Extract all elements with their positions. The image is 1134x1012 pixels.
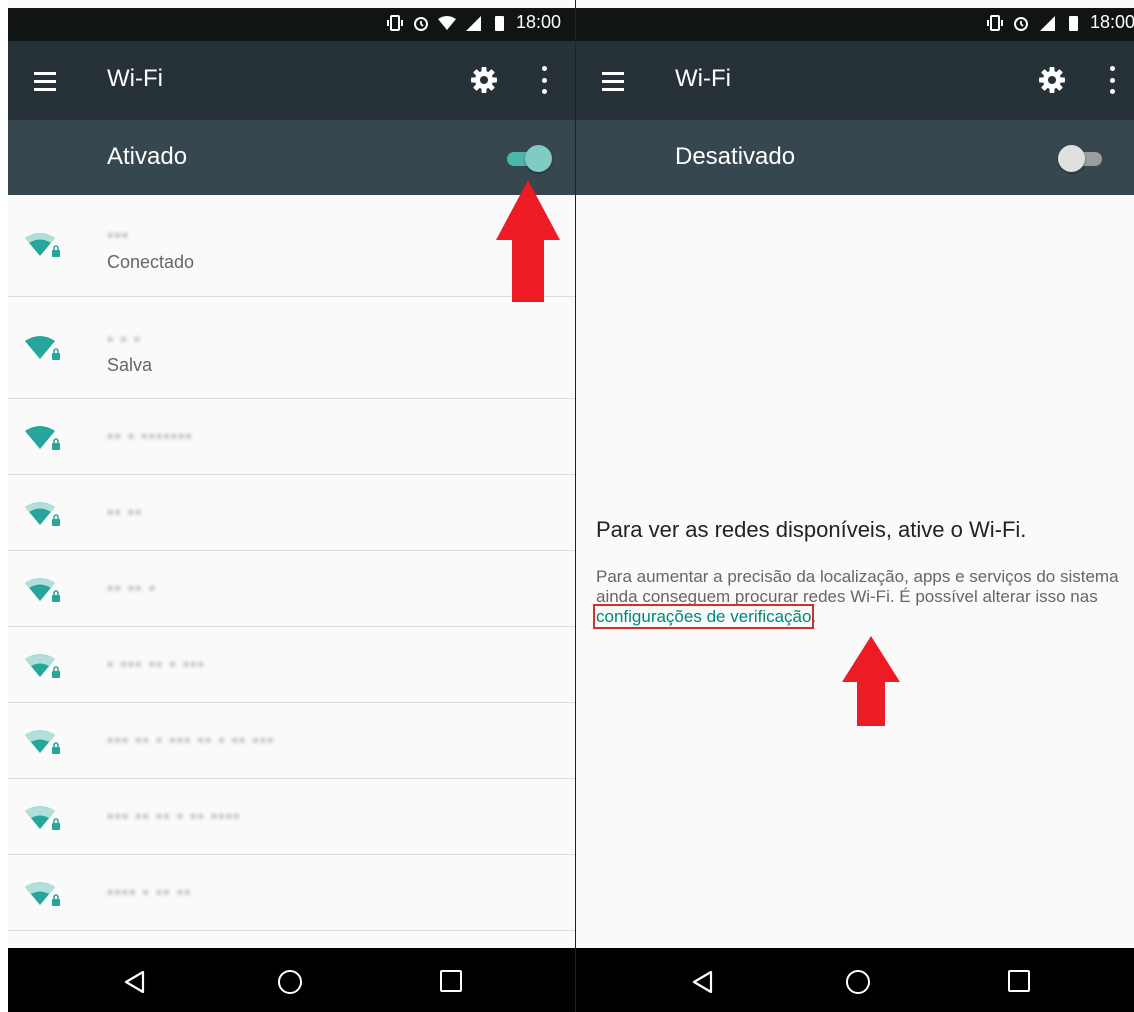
switch-label: Ativado: [107, 143, 188, 170]
network-status: Conectado: [107, 252, 195, 272]
vibrate-icon: [986, 14, 1003, 31]
recents-icon[interactable]: [440, 970, 462, 992]
network-name: ▪▪ ▪ ▪▪▪▪▪▪▪: [107, 426, 193, 446]
empty-body-suffix: .: [811, 607, 817, 626]
network-name: ▪▪▪▪ ▪ ▪▪ ▪▪: [107, 882, 192, 902]
toolbar-title: Wi-Fi: [107, 65, 163, 92]
wifi-settings-enabled-screen: 18:00 Wi-Fi Ativado ▪▪▪ Conectado ▪ ▪ ▪ …: [8, 0, 576, 1012]
annotation-arrow-up: [842, 636, 900, 726]
wifi-lock-icon: [25, 426, 60, 450]
battery-icon: [494, 15, 504, 31]
network-row[interactable]: ▪ ▪▪▪ ▪▪ ▪ ▪▪▪: [8, 627, 575, 703]
back-icon[interactable]: [123, 970, 145, 994]
scanning-settings-link[interactable]: configurações de verificação: [592, 604, 815, 629]
signal-icon: [1039, 15, 1055, 31]
network-row[interactable]: ▪▪ ▪ ▪▪▪▪▪▪▪: [8, 399, 575, 475]
recents-icon[interactable]: [1008, 970, 1030, 992]
signal-icon: [465, 15, 481, 31]
network-name: ▪▪ ▪▪: [107, 502, 143, 522]
vibrate-icon: [386, 14, 403, 31]
network-row[interactable]: ▪▪▪ Conectado: [8, 195, 575, 297]
status-bar: 18:00: [8, 8, 575, 41]
overflow-menu-icon[interactable]: [1104, 66, 1120, 94]
wifi-lock-icon: [25, 233, 60, 257]
network-row[interactable]: ▪▪▪▪ ▪ ▪▪ ▪▪: [8, 855, 575, 931]
toolbar-title: Wi-Fi: [675, 65, 731, 92]
gear-icon[interactable]: [1038, 66, 1066, 94]
network-row[interactable]: ▪▪ ▪▪: [8, 475, 575, 551]
alarm-icon: [413, 16, 428, 31]
switch-label: Desativado: [675, 143, 796, 170]
wifi-lock-icon: [25, 578, 60, 602]
network-name: ▪ ▪▪▪ ▪▪ ▪ ▪▪▪: [107, 654, 205, 674]
network-name: ▪ ▪ ▪: [107, 329, 142, 349]
wifi-lock-icon: [25, 806, 60, 830]
status-bar: 18:00: [576, 8, 1134, 41]
wifi-lock-icon: [25, 336, 60, 360]
app-toolbar: Wi-Fi: [576, 41, 1134, 120]
wifi-lock-icon: [25, 882, 60, 906]
network-row[interactable]: ▪▪▪ ▪▪ ▪▪ ▪ ▪▪ ▪▪▪▪: [8, 779, 575, 855]
navigation-bar: [8, 948, 575, 1012]
menu-icon[interactable]: [602, 72, 624, 96]
battery-icon: [1068, 15, 1078, 31]
network-name: ▪▪▪ ▪▪ ▪ ▪▪▪ ▪▪ ▪ ▪▪ ▪▪▪: [107, 730, 275, 750]
gear-icon[interactable]: [470, 66, 498, 94]
alarm-icon: [1013, 16, 1028, 31]
empty-state-title: Para ver as redes disponíveis, ative o W…: [596, 517, 1027, 542]
network-name: ▪▪▪: [107, 225, 130, 245]
back-icon[interactable]: [691, 970, 713, 994]
menu-icon[interactable]: [34, 72, 56, 96]
home-icon[interactable]: [846, 970, 870, 994]
status-time: 18:00: [1089, 12, 1134, 32]
app-toolbar: Wi-Fi: [8, 41, 575, 120]
empty-state-body: Para aumentar a precisão da localização,…: [592, 567, 1126, 629]
wifi-lock-icon: [25, 654, 60, 678]
wifi-switch-bar[interactable]: Ativado: [8, 120, 575, 195]
wifi-switch-bar[interactable]: Desativado: [576, 120, 1134, 195]
navigation-bar: [576, 948, 1134, 1012]
wifi-toggle[interactable]: [503, 145, 553, 173]
wifi-status-icon: [437, 15, 456, 30]
network-row[interactable]: ▪▪▪ ▪▪ ▪ ▪▪▪ ▪▪ ▪ ▪▪ ▪▪▪: [8, 703, 575, 779]
network-name: ▪▪▪ ▪▪ ▪▪ ▪ ▪▪ ▪▪▪▪: [107, 806, 241, 826]
network-row[interactable]: ▪▪ ▪▪ ▪: [8, 551, 575, 627]
annotation-arrow-up: [496, 180, 560, 302]
status-time: 18:00: [515, 12, 561, 32]
network-name: ▪▪ ▪▪ ▪: [107, 578, 156, 598]
network-status: Salva: [107, 355, 153, 375]
wifi-toggle[interactable]: [1058, 145, 1108, 173]
wifi-lock-icon: [25, 502, 60, 526]
network-row[interactable]: ▪ ▪ ▪ Salva: [8, 297, 575, 399]
home-icon[interactable]: [278, 970, 302, 994]
empty-body-text: Para aumentar a precisão da localização,…: [596, 567, 1119, 606]
overflow-menu-icon[interactable]: [536, 66, 552, 94]
wifi-lock-icon: [25, 730, 60, 754]
wifi-settings-disabled-screen: 18:00 Wi-Fi Desativado Para ver as redes…: [576, 0, 1134, 1012]
network-list: ▪▪▪ Conectado ▪ ▪ ▪ Salva ▪▪ ▪ ▪▪▪▪▪▪▪ ▪…: [8, 195, 575, 931]
